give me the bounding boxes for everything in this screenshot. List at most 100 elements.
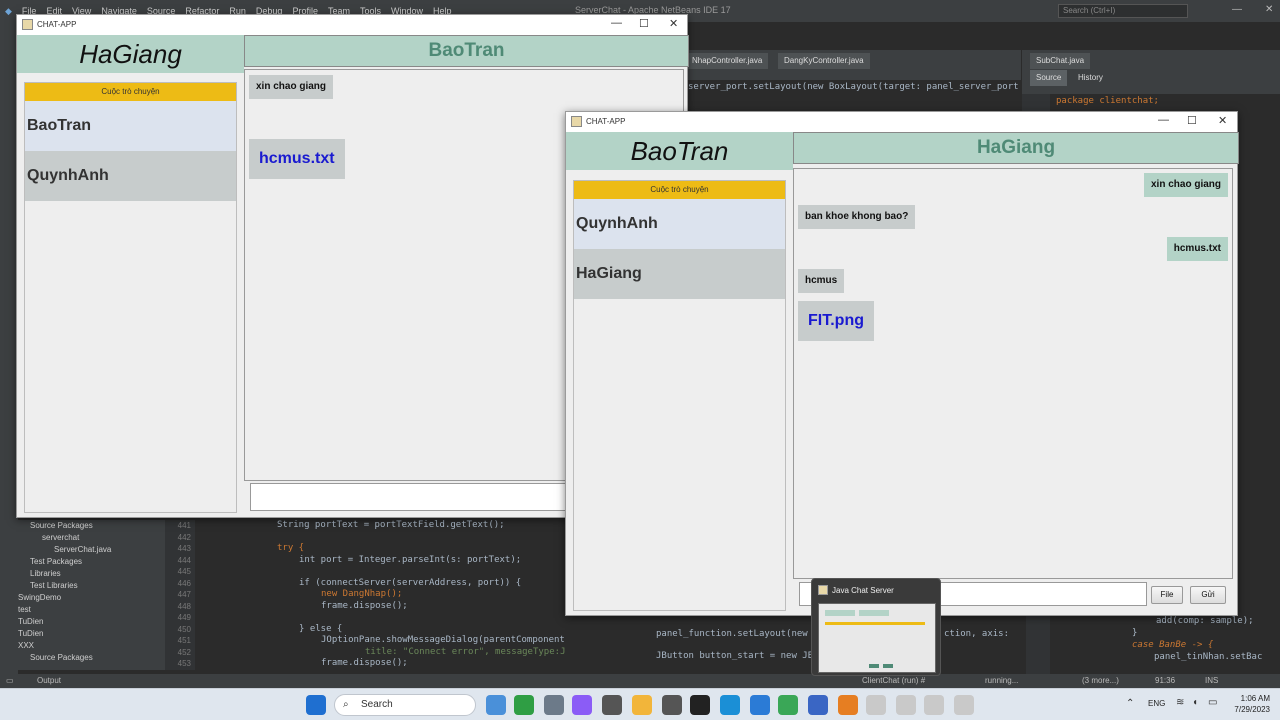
tree-item[interactable]: Source Packages [0,652,165,664]
code-line: if (connectServer(serverAddress, port)) … [299,577,522,588]
ide-minimize-icon[interactable]: — [1232,4,1242,15]
status-position: 91:36 [1155,676,1176,685]
ide-close-icon[interactable]: ✕ [1265,4,1273,15]
file-button[interactable]: File [1151,586,1183,604]
line-number: 441 [177,521,191,530]
volume-icon[interactable]: ◖ [1192,697,1198,708]
window-title-bar[interactable]: CHAT-APP — ☐ ✕ [17,15,687,35]
tree-item[interactable]: ServerChat.java [0,544,165,556]
java-app-icon [818,585,828,595]
tree-item[interactable]: Libraries [0,568,165,580]
photos-app-icon[interactable] [486,695,506,715]
code-line: JButton button_start = new JB [656,651,814,661]
gallery-icon[interactable] [544,695,564,715]
language-indicator[interactable]: ENG [1148,699,1165,708]
message-bubble-received: hcmus [798,269,845,293]
output-tab[interactable]: Output [37,676,61,685]
tab-source[interactable]: Source [1030,70,1068,86]
code-line: server_port.setLayout(new BoxLayout(targ… [688,82,1019,92]
conversation-list: Cuộc trò chuyện BaoTran QuynhAnh [24,82,237,513]
contact-item-hagiang[interactable]: HaGiang [574,249,785,299]
chat-messages-panel: xin chao giang ban khoe khong bao? hcmus… [793,168,1233,579]
java-app-taskbar-icon[interactable] [954,695,974,715]
battery-icon[interactable]: ▭ [1208,697,1217,708]
tab-nhapcontroller[interactable]: NhapController.java [686,53,769,69]
ide-search-input[interactable]: Search (Ctrl+I) [1058,4,1188,18]
status-insert-mode: INS [1205,676,1219,685]
tree-item[interactable]: Test Libraries [0,580,165,592]
thumb-button [883,664,893,668]
java-app-taskbar-icon[interactable] [866,695,886,715]
file-message[interactable]: FIT.png [798,301,874,341]
line-number: 442 [177,532,191,542]
search-icon: ⌕ [343,699,349,710]
tree-item[interactable]: TuDien [0,616,165,628]
taskbar-clock[interactable]: 1:06 AM 7/29/2023 [1234,693,1270,715]
close-icon[interactable]: ✕ [1218,114,1227,127]
tab-history[interactable]: History [1072,70,1109,86]
clock-time: 1:06 AM [1240,694,1270,703]
close-icon[interactable]: ✕ [669,17,678,30]
window-title: CHAT-APP [586,117,626,126]
message-bubble-sent: xin chao giang [1143,173,1228,197]
tree-item[interactable]: Source Packages [0,520,165,532]
minimize-icon[interactable]: — [611,17,622,29]
status-run: ClientChat (run) # [862,676,926,685]
file-message[interactable]: hcmus.txt [249,139,345,179]
windows-start-icon[interactable] [306,695,326,715]
app-icon[interactable] [662,695,682,715]
edge-browser-icon[interactable] [720,695,740,715]
message-input[interactable] [250,483,580,511]
chrome-icon[interactable] [778,695,798,715]
wifi-icon[interactable]: ≋ [1176,697,1184,708]
taskbar-preview-popup[interactable]: Java Chat Server [811,578,941,676]
code-line: } else { [299,623,343,634]
preview-thumbnail[interactable] [818,603,936,673]
message-bubble: xin chao giang [249,75,334,99]
app-icon[interactable] [572,695,592,715]
terminal-icon[interactable] [690,695,710,715]
tree-item[interactable]: test [0,604,165,616]
tree-item[interactable]: SwingDemo [0,592,165,604]
line-number: 444 [177,555,191,565]
maximize-icon[interactable]: ☐ [1187,114,1197,127]
code-line: try { [277,543,305,553]
send-button[interactable]: Gửi [1190,586,1226,604]
document-app-icon[interactable] [808,695,828,715]
current-user-name: BaoTran [566,132,793,170]
message-bubble-sent: hcmus.txt [1166,237,1228,261]
file-explorer-icon[interactable] [632,695,652,715]
line-number: 447 [177,590,191,599]
tree-item[interactable]: serverchat [0,532,165,544]
code-line: title: "Connect error", messageType:JOpt [365,646,582,657]
thumb-header [825,610,855,616]
vlc-icon[interactable] [838,695,858,715]
code-line: new DangNhap(); [321,589,403,599]
xbox-icon[interactable] [514,695,534,715]
java-app-taskbar-icon[interactable] [896,695,916,715]
contact-item-quynhanh[interactable]: QuynhAnh [25,151,236,201]
chevron-up-icon[interactable]: ⌃ [1126,698,1134,709]
window-title-bar[interactable]: CHAT-APP — ☐ ✕ [566,112,1237,132]
code-line: panel_tinNhan.setBac [1154,652,1263,662]
tree-item[interactable]: TuDien [0,628,165,640]
contact-item-quynhanh[interactable]: QuynhAnh [574,199,785,249]
contact-item-baotran[interactable]: BaoTran [25,101,236,151]
tab-subchat[interactable]: SubChat.java [1030,53,1091,69]
code-line: JOptionPane.showMessageDialog(parentComp… [321,635,571,645]
maximize-icon[interactable]: ☐ [639,17,649,30]
vscode-icon[interactable] [750,695,770,715]
ide-code-editor[interactable]: String portText = portTextField.getText(… [195,520,582,670]
minimize-icon[interactable]: — [1158,114,1169,126]
tree-item[interactable]: Test Packages [0,556,165,568]
taskbar-search[interactable]: ⌕ Search [334,694,476,716]
java-app-taskbar-icon[interactable] [924,695,944,715]
code-line: frame.dispose(); [321,600,408,611]
line-number: 452 [177,647,191,657]
status-more[interactable]: (3 more...) [1082,676,1119,685]
tree-item[interactable]: XXX [0,640,165,652]
thumb-header [859,610,889,616]
cube-app-icon[interactable] [602,695,622,715]
tab-dangkycontroller[interactable]: DangKyController.java [778,53,870,69]
line-number: 445 [177,567,191,576]
